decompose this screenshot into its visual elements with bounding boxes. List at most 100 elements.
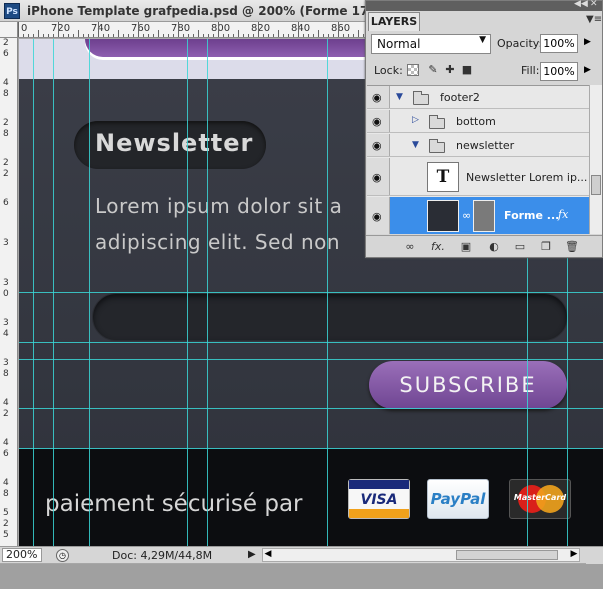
ruler-tick — [328, 34, 329, 37]
ruler-tick — [178, 22, 179, 37]
ruler-tick — [223, 34, 224, 37]
layers-scrollbar[interactable] — [589, 85, 602, 234]
guide-line[interactable] — [19, 408, 603, 409]
ruler-label: 4 — [3, 78, 9, 88]
ruler-tick — [218, 22, 219, 37]
ruler-label: 760 — [131, 23, 151, 34]
lock-icon[interactable]: ■ — [461, 64, 473, 76]
layer-row-footer2[interactable]: ◉ ▼ footer2 — [367, 86, 589, 109]
trash-icon[interactable]: 🗑 — [564, 240, 580, 254]
layers-scroll-thumb[interactable] — [591, 175, 601, 195]
ruler-label: 3 — [3, 358, 9, 368]
ruler-label: 8 — [3, 129, 9, 139]
opacity-label: Opacity: — [497, 37, 543, 50]
eye-icon[interactable]: ◉ — [372, 139, 386, 152]
fill-input[interactable]: 100% — [540, 62, 578, 81]
photoshop-window: Ps iPhone Template grafpedia.psd @ 200% … — [0, 0, 603, 589]
layer-row-shape-selected[interactable]: ◉ ∞ Forme ... fx — [367, 197, 589, 234]
vertical-ruler[interactable]: 2 6 4 8 2 8 2 2 6 3 3 0 3 4 3 8 4 2 4 6 … — [0, 38, 18, 546]
guide-line[interactable] — [19, 342, 603, 343]
lock-pixels-icon[interactable]: ✎ — [427, 64, 439, 76]
layer-row-text[interactable]: ◉ T Newsletter Lorem ip... — [367, 158, 589, 196]
adjustment-icon[interactable]: ◐ — [486, 240, 502, 254]
ruler-label: 4 — [3, 329, 9, 339]
horizontal-scroll-thumb[interactable] — [456, 550, 558, 560]
ruler-tick — [358, 30, 359, 37]
ruler-tick — [273, 34, 274, 37]
close-icon[interactable]: ✕ — [590, 0, 598, 9]
guide-line[interactable] — [19, 359, 603, 360]
ruler-tick — [153, 34, 154, 37]
ruler-tick — [78, 30, 79, 37]
lock-position-icon[interactable]: ✚ — [444, 64, 456, 76]
guide-line[interactable] — [19, 448, 603, 449]
ruler-tick — [193, 34, 194, 37]
status-menu-arrow-icon[interactable]: ▶ — [248, 549, 256, 560]
ruler-tick — [53, 34, 54, 37]
opacity-slider-arrow-icon[interactable]: ▶ — [584, 37, 591, 47]
fill-slider-arrow-icon[interactable]: ▶ — [584, 65, 591, 75]
text-layer-thumbnail: T — [427, 162, 459, 192]
panel-header[interactable]: ◀◀ ✕ — [366, 0, 602, 11]
subscribe-button-mockup: SUBSCRIBE — [369, 361, 567, 409]
ruler-tick — [313, 34, 314, 37]
new-layer-icon[interactable]: ❐ — [538, 240, 554, 254]
ruler-tick — [203, 34, 204, 37]
tab-layers[interactable]: LAYERS — [368, 12, 420, 31]
layer-row-newsletter[interactable]: ◉ ▼ newsletter — [367, 134, 589, 157]
scroll-left-icon[interactable]: ◀ — [262, 549, 274, 559]
layer-row-bottom[interactable]: ◉ ▷ bottom — [367, 110, 589, 133]
ruler-tick — [48, 34, 49, 37]
ruler-tick — [258, 22, 259, 37]
ruler-label: 820 — [251, 23, 271, 34]
link-layers-icon[interactable]: ∞ — [402, 240, 418, 254]
eye-icon[interactable]: ◉ — [372, 210, 386, 223]
eye-icon[interactable]: ◉ — [372, 91, 386, 104]
ruler-tick — [18, 22, 19, 37]
ruler-label: 5 — [3, 530, 9, 540]
ruler-label: 860 — [331, 23, 351, 34]
collapse-icon[interactable]: ◀◀ — [574, 0, 588, 9]
opacity-input[interactable]: 100% — [540, 34, 578, 53]
expand-arrow-icon[interactable]: ▼ — [396, 92, 403, 102]
ruler-origin[interactable] — [0, 22, 18, 38]
ruler-tick — [353, 34, 354, 37]
fx-icon[interactable]: fx. — [430, 240, 446, 254]
scroll-right-icon[interactable]: ▶ — [568, 549, 580, 559]
collapse-arrow-icon[interactable]: ▷ — [412, 115, 419, 125]
document-size: Doc: 4,29M/44,8M — [112, 549, 213, 562]
expand-arrow-icon[interactable]: ▼ — [412, 140, 419, 150]
ruler-label: 5 — [3, 508, 9, 518]
resize-grip[interactable] — [586, 547, 603, 564]
zoom-field[interactable]: 200% — [2, 548, 42, 562]
eye-icon[interactable]: ◉ — [372, 115, 386, 128]
lock-transparency-icon[interactable] — [407, 64, 419, 76]
mask-icon[interactable]: ▣ — [458, 240, 474, 254]
fx-icon[interactable]: fx — [558, 208, 568, 221]
ruler-tick — [198, 30, 199, 37]
ruler-label: 840 — [291, 23, 311, 34]
ruler-tick — [108, 34, 109, 37]
panel-menu-icon[interactable]: ▼≡ — [586, 14, 602, 25]
ruler-tick — [363, 34, 364, 37]
eye-icon[interactable]: ◉ — [372, 171, 386, 184]
blend-mode-select[interactable]: Normal ▼ — [371, 34, 491, 54]
layers-panel: ◀◀ ✕ LAYERS ▼≡ Normal ▼ Opacity: 100% ▶ … — [365, 0, 603, 258]
link-icon[interactable]: ∞ — [462, 209, 471, 222]
ruler-tick — [138, 22, 139, 37]
ruler-tick — [278, 30, 279, 37]
folder-icon[interactable]: ▭ — [512, 240, 528, 254]
ruler-label: 4 — [3, 438, 9, 448]
ruler-tick — [118, 30, 119, 37]
ruler-tick — [58, 22, 59, 37]
guide-line[interactable] — [19, 292, 603, 293]
workspace-background — [0, 564, 603, 589]
ruler-tick — [298, 22, 299, 37]
ruler-label: 2 — [3, 409, 9, 419]
ruler-tick — [173, 34, 174, 37]
ruler-label: 3 — [3, 318, 9, 328]
vector-mask-thumbnail — [473, 200, 495, 232]
layer-list: ◉ ▼ footer2 ◉ ▷ bottom ◉ ▼ newsletter ◉ … — [367, 85, 589, 234]
ruler-tick — [248, 34, 249, 37]
status-info-icon[interactable]: ◷ — [56, 549, 69, 562]
